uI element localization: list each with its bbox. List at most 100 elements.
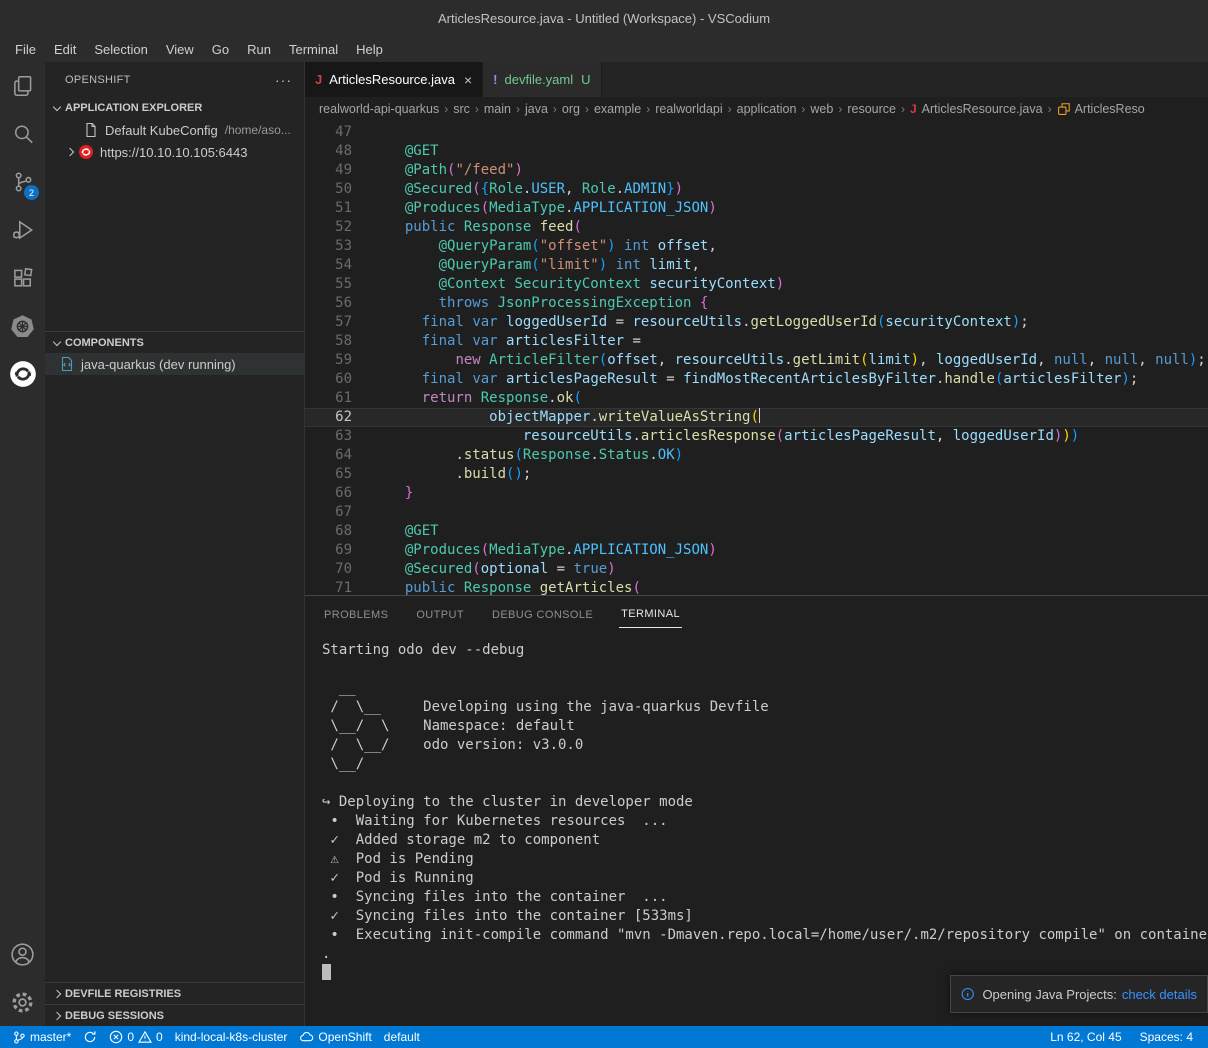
activity-explorer-button[interactable] [0,62,45,110]
breadcrumb-item[interactable]: resource [847,102,896,116]
terminal-cursor [322,964,331,980]
code-line-53: 53 @QueryParam("offset") int offset, [305,237,1208,256]
line-number: 67 [305,503,352,522]
code-line-63: 63 resourceUtils.articlesResponse(articl… [305,427,1208,446]
line-number: 47 [305,123,352,142]
tab-output[interactable]: OUTPUT [414,600,466,628]
menu-edit[interactable]: Edit [45,39,85,60]
file-icon [83,122,99,138]
menu-file[interactable]: File [6,39,45,60]
application-explorer-body: Default KubeConfig /home/aso... https://… [45,119,304,331]
menu-bar: File Edit Selection View Go Run Terminal… [0,37,1208,62]
breadcrumb: realworld-api-quarkus› src› main› java› … [305,97,1208,121]
tab-terminal[interactable]: TERMINAL [619,599,682,628]
tab-problems[interactable]: PROBLEMS [322,600,390,628]
openshift-icon [9,360,37,388]
activity-extensions-button[interactable] [0,254,45,302]
menu-help[interactable]: Help [347,39,392,60]
status-bar-right: Ln 62, Col 45 Spaces: 4 [1041,1026,1202,1048]
code-line-50: 50 @Secured({Role.USER, Role.ADMIN}) [305,180,1208,199]
kubernetes-icon [9,313,36,340]
terminal[interactable]: Starting odo dev --debug __ / \__ Develo… [305,631,1208,1026]
tree-item-component[interactable]: java-quarkus (dev running) [45,353,304,375]
sidebar-title-row: OPENSHIFT ··· [45,62,304,97]
tab-articlesresource-java[interactable]: J ArticlesResource.java × [305,62,483,97]
breadcrumb-item[interactable]: example [594,102,641,116]
close-icon[interactable]: × [464,72,472,88]
activity-run-debug-button[interactable] [0,206,45,254]
code-line-69: 69 @Produces(MediaType.APPLICATION_JSON) [305,541,1208,560]
terminal-line: • Syncing files into the container ... [322,888,1208,907]
code-line-54: 54 @QueryParam("limit") int limit, [305,256,1208,275]
breadcrumb-item[interactable]: java [525,102,548,116]
breadcrumb-item[interactable]: application [737,102,797,116]
code-line-52: 52 public Response feed( [305,218,1208,237]
files-icon [10,73,36,99]
activity-openshift-button[interactable] [0,350,45,398]
breadcrumb-item[interactable]: main [484,102,511,116]
menu-run[interactable]: Run [238,39,280,60]
sync-icon [83,1030,97,1044]
tree-item-kubeconfig[interactable]: Default KubeConfig /home/aso... [45,119,304,141]
tab-debug-console[interactable]: DEBUG CONSOLE [490,600,595,628]
menu-terminal[interactable]: Terminal [280,39,347,60]
section-components[interactable]: COMPONENTS [45,331,304,353]
line-number: 69 [305,541,352,560]
code-line-61: 61 return Response.ok( [305,389,1208,408]
line-number: 54 [305,256,352,275]
breadcrumb-item[interactable]: realworld-api-quarkus [319,102,439,116]
notification-link[interactable]: check details [1122,987,1197,1002]
terminal-line: . [322,945,1208,964]
line-number: 49 [305,161,352,180]
code-line-62: 62 objectMapper.writeValueAsString( [305,408,1208,427]
breadcrumb-item[interactable]: src [453,102,470,116]
breadcrumb-item-class[interactable]: ArticlesReso [1057,102,1145,116]
section-debug-sessions[interactable]: DEBUG SESSIONS [45,1004,304,1026]
code-line-57: 57 final var loggedUserId = resourceUtil… [305,313,1208,332]
terminal-line: ✓ Added storage m2 to component [322,831,1208,850]
breadcrumb-item[interactable]: org [562,102,580,116]
chevron-right-icon [49,1008,65,1024]
problems-status[interactable]: 0 0 [103,1026,168,1048]
activity-search-button[interactable] [0,110,45,158]
more-actions-icon[interactable]: ··· [275,72,292,88]
namespace-status[interactable]: default [378,1026,426,1048]
activity-kubernetes-button[interactable] [0,302,45,350]
menu-selection[interactable]: Selection [85,39,156,60]
notification-toast[interactable]: Opening Java Projects: check details [950,975,1208,1013]
code-editor[interactable]: 4748 @GET49 @Path("/feed")50 @Secured({R… [305,121,1208,595]
openshift-status[interactable]: OpenShift [293,1026,377,1048]
code-line-67: 67 [305,503,1208,522]
workbench: 2 [0,62,1208,1026]
breadcrumb-item[interactable]: realworldapi [655,102,722,116]
tree-item-cluster[interactable]: https://10.10.10.105:6443 [45,141,304,163]
yaml-file-icon: ! [493,72,497,87]
code-line-47: 47 [305,123,1208,142]
menu-go[interactable]: Go [203,39,238,60]
line-number: 51 [305,199,352,218]
section-devfile-registries[interactable]: DEVFILE REGISTRIES [45,982,304,1004]
menu-view[interactable]: View [157,39,203,60]
editor-group: J ArticlesResource.java × ! devfile.yaml… [305,62,1208,1026]
code-line-71: 71 public Response getArticles( [305,579,1208,595]
activity-settings-button[interactable] [0,978,45,1026]
code-lines: 4748 @GET49 @Path("/feed")50 @Secured({R… [305,123,1208,595]
chevron-down-icon [49,335,65,351]
line-number: 58 [305,332,352,351]
breadcrumb-item-file[interactable]: JArticlesResource.java [910,102,1043,116]
line-number: 50 [305,180,352,199]
section-application-explorer[interactable]: APPLICATION EXPLORER [45,97,304,119]
cursor-position-status[interactable]: Ln 62, Col 45 [1041,1026,1130,1048]
breadcrumb-item[interactable]: web [810,102,833,116]
activity-accounts-button[interactable] [0,930,45,978]
git-branch-status[interactable]: master* [6,1026,77,1048]
line-number: 56 [305,294,352,313]
activity-source-control-button[interactable]: 2 [0,158,45,206]
code-line-59: 59 new ArticleFilter(offset, resourceUti… [305,351,1208,370]
tab-devfile-yaml[interactable]: ! devfile.yaml U [483,62,601,97]
kube-context-status[interactable]: kind-local-k8s-cluster [169,1026,294,1048]
extensions-icon [10,265,36,291]
indentation-status[interactable]: Spaces: 4 [1131,1026,1202,1048]
terminal-line [322,660,1208,679]
sync-status[interactable] [77,1026,103,1048]
